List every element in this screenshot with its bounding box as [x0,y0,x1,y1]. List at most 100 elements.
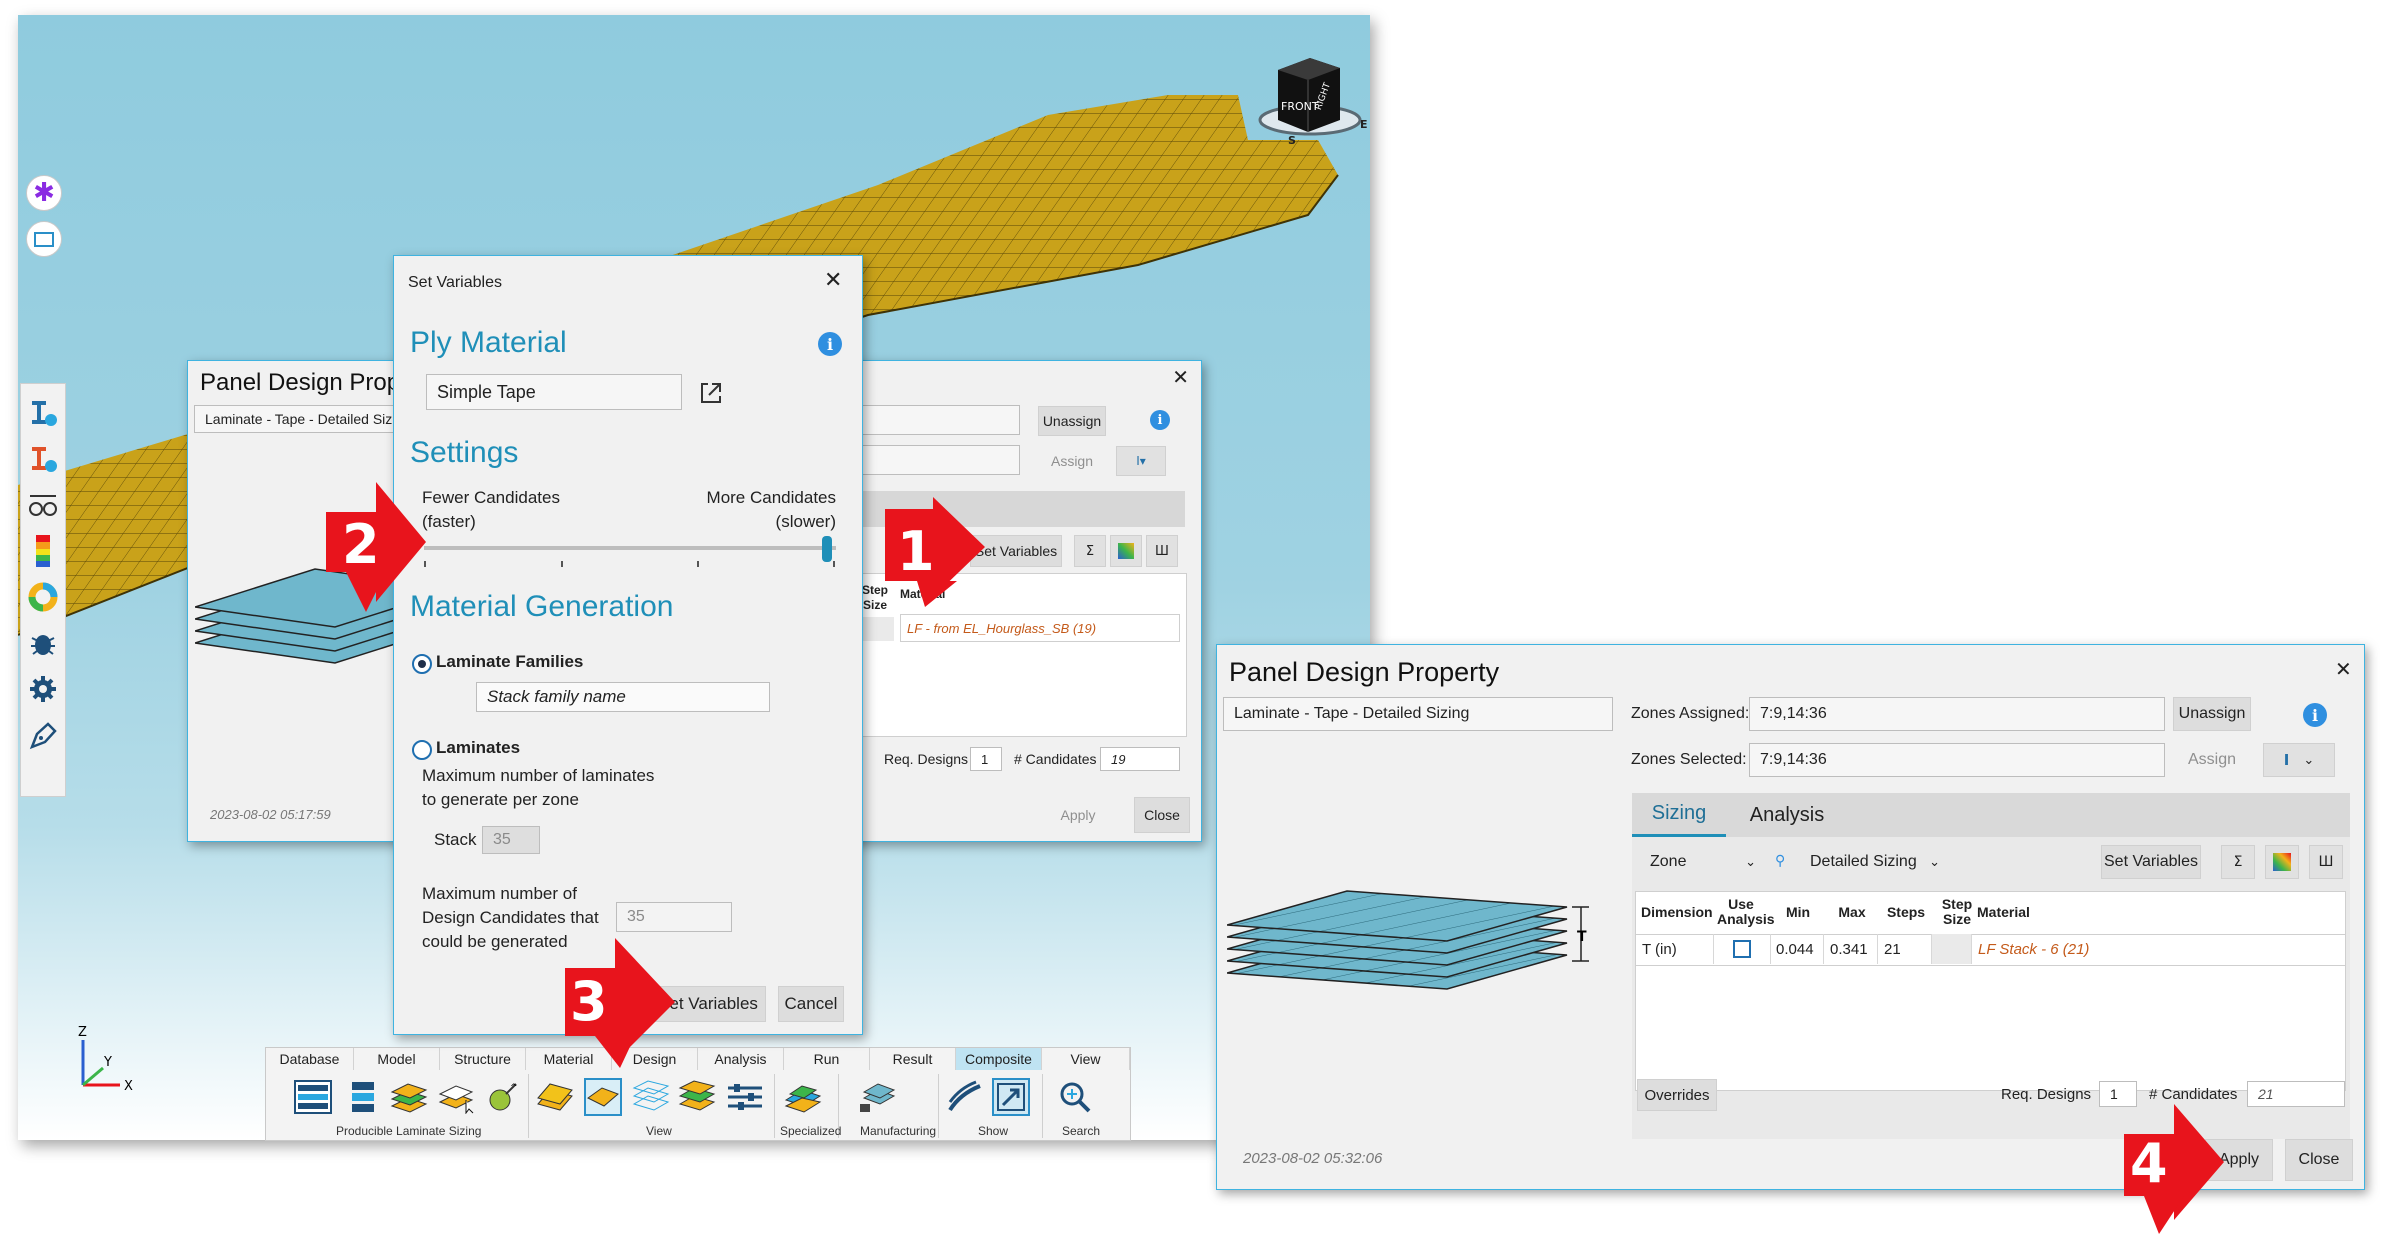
ribbon-tab-composite[interactable]: Composite [956,1048,1042,1070]
background-req-designs-input[interactable]: 1 [970,747,1002,771]
asterisk-button[interactable]: ✱ [26,175,62,211]
background-zones-assigned-field[interactable] [860,405,1020,435]
background-apply-button[interactable]: Apply [1050,797,1106,833]
candidates-slider-thumb[interactable] [822,536,832,562]
stack-input[interactable]: 35 [482,826,540,854]
ribbon-tool-show-arrow[interactable] [992,1078,1030,1116]
family-name-input[interactable]: Stack family name [476,682,770,712]
ply-material-info-icon[interactable]: i [818,332,842,356]
panel-close-icon[interactable]: ✕ [2335,657,2352,681]
panel-design-property-title: Panel Design Property [1229,657,1500,687]
ribbon-tab-analysis[interactable]: Analysis [698,1048,784,1070]
overrides-button[interactable]: Overrides [1637,1079,1717,1111]
zones-assigned-field[interactable]: 7:9,14:36 [1749,697,2165,731]
sizing-tool-button[interactable] [25,394,61,432]
tab-sizing[interactable]: Sizing [1632,793,1726,837]
ribbon-tool-stack-layers[interactable] [344,1078,382,1116]
sizing-table-icon [294,1080,332,1114]
property-name-field[interactable]: Laminate - Tape - Detailed Sizing [1223,697,1613,731]
window-button[interactable] [26,221,62,257]
color-scale-button[interactable] [25,532,61,570]
laminates-radio[interactable] [412,740,432,760]
material-cell[interactable]: LF Stack - 6 (21) [1972,934,2344,964]
ribbon-tab-result[interactable]: Result [870,1048,956,1070]
background-candidates-input[interactable]: 19 [1100,747,1180,771]
min-cell[interactable]: 0.044 [1770,934,1824,964]
background-zones-selected-field[interactable] [860,445,1020,475]
tab-analysis[interactable]: Analysis [1737,793,1837,837]
ribbon-tool-optimize[interactable]: ^ [484,1078,522,1116]
background-material-cell[interactable]: LF - from EL_Hourglass_SB (19) [900,614,1180,642]
candidates-input[interactable]: 21 [2247,1081,2345,1107]
viewcube-e-label: E [1360,118,1368,131]
background-assign-button[interactable]: Assign [1038,446,1106,476]
ribbon-tool-manufacturing[interactable] [858,1078,896,1116]
check-tool-button[interactable] [25,440,61,478]
formula-button[interactable]: Σ [2221,845,2255,879]
col-min: Min [1785,904,1811,920]
background-info-icon[interactable]: i [1150,410,1170,430]
set-variables-close-icon[interactable]: ✕ [824,268,842,293]
slider-tick [833,561,835,567]
ribbon-tab-run[interactable]: Run [784,1048,870,1070]
ribbon-tab-database[interactable]: Database [266,1048,354,1070]
ribbon-tool-specialized[interactable] [784,1078,822,1116]
glasses-tool-button[interactable] [25,486,61,524]
background-close-icon[interactable]: ✕ [1172,365,1189,389]
dimension-cell: T (in) [1636,934,1714,964]
background-req-designs-label: Req. Designs [884,751,969,767]
gear-icon [30,676,56,702]
view-cube[interactable]: FRONT RIGHT S E [1248,50,1370,155]
sizing-mode-select[interactable]: Detailed Sizing ⌄ [1799,845,1951,879]
close-button[interactable]: Close [2285,1139,2353,1181]
set-variables-button[interactable]: Set Variables [2101,845,2201,879]
background-columns-button[interactable]: Ш [1146,535,1178,567]
max-cell[interactable]: 0.341 [1824,934,1878,964]
ribbon-tool-sizing-table[interactable] [294,1078,332,1116]
set-variables-cancel-button[interactable]: Cancel [778,986,844,1022]
max-candidates-input[interactable]: 35 [616,902,732,932]
ribbon-tool-view-plies[interactable] [536,1078,574,1116]
background-map-button[interactable] [1110,535,1142,567]
settings-button[interactable] [25,670,61,708]
assign-button[interactable]: Assign [2173,743,2251,777]
heatmap-button[interactable] [2265,845,2299,879]
ply-material-field[interactable]: Simple Tape [426,374,682,410]
use-analysis-checkbox[interactable] [1733,940,1751,958]
x-axis-label: X [124,1079,133,1094]
panel-info-icon[interactable]: i [2303,703,2327,727]
zone-select[interactable]: Zone ⌄ [1639,845,1767,879]
ribbon-tab-model[interactable]: Model [354,1048,440,1070]
color-wheel-button[interactable] [25,578,61,616]
pen-tool-button[interactable] [25,716,61,754]
background-formula-button[interactable]: Σ [1074,535,1106,567]
open-external-icon[interactable] [698,380,724,406]
zone-select-value: Zone [1650,853,1687,870]
background-beam-icon: I▾ [1136,454,1146,468]
ribbon-tool-show-ply-drop[interactable] [946,1078,984,1116]
unassign-button[interactable]: Unassign [2173,697,2251,731]
laminate-families-radio[interactable] [412,654,432,674]
debug-button[interactable] [25,624,61,662]
ribbon-tool-view-ply-selected[interactable] [584,1078,622,1116]
background-beam-dropdown[interactable]: I▾ [1116,446,1166,476]
background-unassign-button[interactable]: Unassign [1038,406,1106,436]
background-property-field[interactable]: Laminate - Tape - Detailed Sizin [194,405,414,433]
ribbon-tool-view-outline[interactable] [632,1078,670,1116]
ribbon-tool-search[interactable] [1056,1078,1094,1116]
beam-check-icon [32,447,57,472]
ribbon-tab-view[interactable]: View [1042,1048,1130,1070]
ribbon-tool-plies-yellow[interactable] [390,1078,428,1116]
ribbon-tool-view-multiply[interactable] [678,1078,716,1116]
background-close-button[interactable]: Close [1134,797,1190,833]
ribbon-tab-structure[interactable]: Structure [440,1048,526,1070]
ribbon-tool-view-sliders[interactable] [726,1078,764,1116]
beam-type-dropdown[interactable]: I ⌄ [2263,743,2335,777]
ribbon-tool-plies-cursor[interactable] [438,1078,476,1116]
steps-cell[interactable]: 21 [1878,934,1932,964]
zones-selected-field[interactable]: 7:9,14:36 [1749,743,2165,777]
settings-heading: Settings [410,436,519,469]
candidates-slider-track[interactable] [424,546,836,550]
columns-button[interactable]: Ш [2309,845,2343,879]
max-candidates-text-3: could be generated [422,932,568,951]
